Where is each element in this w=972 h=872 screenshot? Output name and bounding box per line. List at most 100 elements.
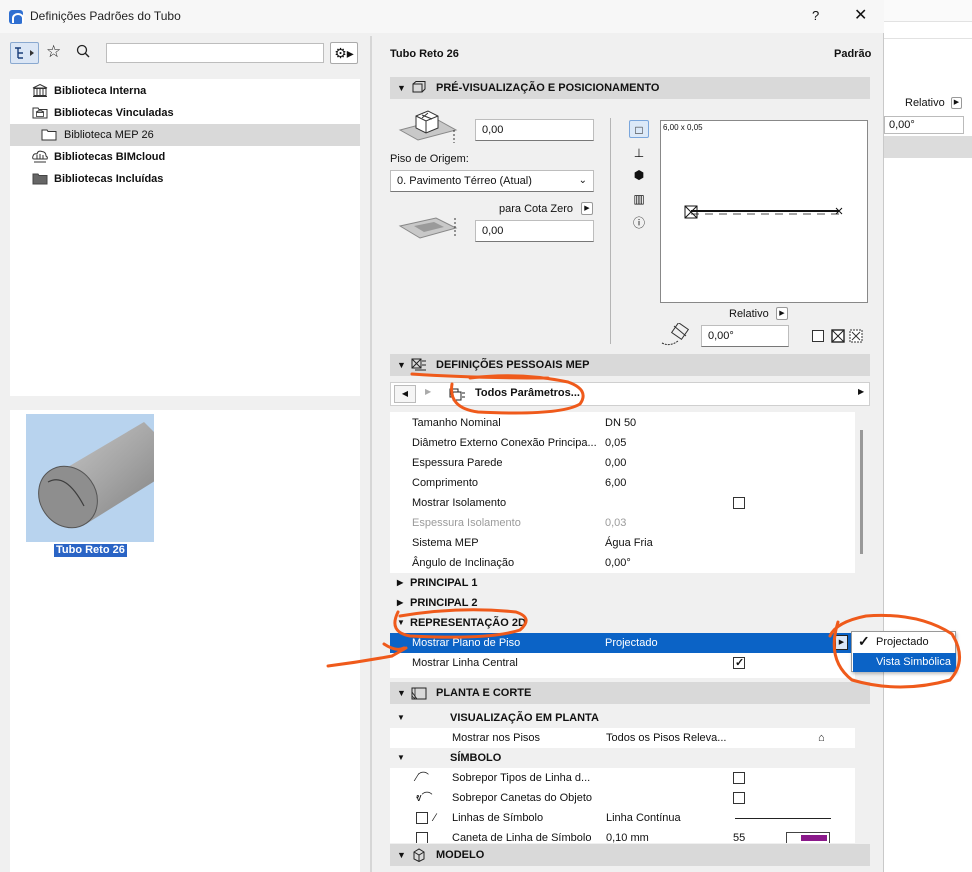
tree-item-bibliotecas-incluidas[interactable]: Bibliotecas Incluídas xyxy=(10,168,360,190)
library-view-button[interactable] xyxy=(10,42,39,64)
3d-view-icon[interactable]: ⬢ xyxy=(629,166,649,184)
group-title: REPRESENTAÇÃO 2D xyxy=(410,617,526,629)
floors-icon: ⌂ xyxy=(818,732,825,744)
param-value: Água Fria xyxy=(605,537,653,549)
zero-level-arrow-icon[interactable]: ▶ xyxy=(581,202,593,215)
collapse-triangle-icon: ▼ xyxy=(397,688,406,698)
floor-plan-view-icon[interactable]: □ xyxy=(629,120,649,138)
background-relativo-label: Relativo xyxy=(905,97,945,109)
default-status-label: Padrão xyxy=(834,48,872,60)
section-view-icon[interactable]: ⊥ xyxy=(629,144,649,162)
film-view-icon[interactable]: ▥ xyxy=(629,190,649,208)
param-row[interactable]: Sistema MEP Água Fria xyxy=(390,533,855,553)
group-title: PRINCIPAL 1 xyxy=(410,577,478,589)
show-center-line-checkbox[interactable] xyxy=(733,653,745,673)
param-name: Diâmetro Externo Conexão Principa... xyxy=(412,437,597,449)
tree-item-bibliotecas-bimcloud[interactable]: Bibliotecas BIMcloud xyxy=(10,146,360,168)
tree-item-biblioteca-interna[interactable]: Biblioteca Interna xyxy=(10,80,360,102)
parameter-page-title[interactable]: Todos Parâmetros... xyxy=(475,387,580,399)
param-row-override-line-types[interactable]: ∕⌒ Sobrepor Tipos de Linha d... xyxy=(390,768,855,788)
parameter-list-scrollbar[interactable] xyxy=(860,430,863,554)
collapse-triangle-icon: ▼ xyxy=(397,83,406,93)
param-row-show-on-floors[interactable]: Mostrar nos Pisos Todos os Pisos Releva.… xyxy=(390,728,855,748)
param-value: 0,00 xyxy=(605,457,627,469)
pen-color-fill xyxy=(801,835,827,841)
anchor-center-icon[interactable] xyxy=(831,329,845,343)
rotation-angle-field[interactable]: 0,00° xyxy=(701,325,789,347)
background-grey-bar xyxy=(884,136,972,158)
floor-plan-options-menu: ✓ Projectado Vista Simbólica xyxy=(851,631,956,672)
pen-color-swatch[interactable] xyxy=(786,832,830,843)
previous-page-button[interactable]: ◀ xyxy=(394,385,416,403)
next-page-arrow-icon[interactable]: ▶ xyxy=(425,387,431,396)
param-row-show-floor-plan[interactable]: Mostrar Plano de Piso Projectado xyxy=(390,633,855,653)
background-relativo-arrow-icon[interactable]: ▶ xyxy=(951,97,962,109)
expand-triangle-icon: ▶ xyxy=(397,598,404,607)
group-plan-view[interactable]: ▼ VISUALIZAÇÃO EM PLANTA xyxy=(390,708,855,728)
settings-gear-icon[interactable]: ⚙▸ xyxy=(330,42,358,64)
background-toolbar xyxy=(884,0,972,22)
elevation-offset-field[interactable]: 0,00 xyxy=(475,119,594,141)
show-insulation-checkbox[interactable] xyxy=(733,497,745,509)
tree-item-biblioteca-mep-26[interactable]: Biblioteca MEP 26 xyxy=(10,124,360,146)
close-button[interactable]: ✕ xyxy=(854,5,867,25)
option-projectado[interactable]: ✓ Projectado xyxy=(853,633,956,652)
override-line-types-checkbox[interactable] xyxy=(733,772,745,784)
param-row-symbol-pen[interactable]: Caneta de Linha de Símbolo 0,10 mm 55 xyxy=(390,828,855,843)
checkmark-icon: ✓ xyxy=(858,633,870,649)
param-name: Sobrepor Canetas do Objeto xyxy=(452,792,593,804)
section-plan-and-section[interactable]: ▼ PLANTA E CORTE xyxy=(390,682,870,704)
page-menu-arrow-icon[interactable]: ▶ xyxy=(858,387,864,396)
section-mep-settings[interactable]: ▼ DEFINIÇÕES PESSOAIS MEP xyxy=(390,354,870,376)
group-principal-1[interactable]: ▶ PRINCIPAL 1 xyxy=(390,573,855,593)
library-toolbar: ☆ ⚙▸ xyxy=(10,42,360,66)
param-name: Tamanho Nominal xyxy=(412,417,501,429)
group-representacao-2d[interactable]: ▼ REPRESENTAÇÃO 2D xyxy=(390,613,855,633)
group-symbol[interactable]: ▼ SÍMBOLO xyxy=(390,748,855,768)
preview-object-label[interactable]: Tubo Reto 26 xyxy=(54,544,127,557)
param-value: 0,00° xyxy=(605,557,631,569)
panel-splitter[interactable] xyxy=(370,36,372,872)
option-vista-simbolica[interactable]: Vista Simbólica xyxy=(853,653,956,672)
param-row-override-pens[interactable]: ⱴ⌒ Sobrepor Canetas do Objeto xyxy=(390,788,855,808)
param-row[interactable]: Diâmetro Externo Conexão Principa... 0,0… xyxy=(390,433,855,453)
search-icon[interactable] xyxy=(76,44,90,58)
collapse-triangle-icon: ▼ xyxy=(397,850,406,860)
symbol-pen-box-icon xyxy=(416,832,428,843)
param-row-show-center-line[interactable]: Mostrar Linha Central xyxy=(390,653,855,673)
origin-floor-select[interactable]: 0. Pavimento Térreo (Atual) ⌄ xyxy=(390,170,594,192)
library-search-input[interactable] xyxy=(106,43,324,63)
param-row[interactable]: Comprimento 6,00 xyxy=(390,473,855,493)
param-name: Espessura Parede xyxy=(412,457,503,469)
help-button[interactable]: ? xyxy=(812,8,819,23)
group-principal-2[interactable]: ▶ PRINCIPAL 2 xyxy=(390,593,855,613)
section-model[interactable]: ▼ MODELO xyxy=(390,844,870,866)
param-row[interactable]: Ângulo de Inclinação 0,00° xyxy=(390,553,855,573)
favorites-star-icon[interactable]: ☆ xyxy=(46,42,61,62)
floor-plan-dropdown-button[interactable]: ▶ xyxy=(835,635,848,650)
zero-level-field[interactable]: 0,00 xyxy=(475,220,594,242)
tube-thumbnail-image[interactable] xyxy=(26,414,154,542)
param-row[interactable]: Mostrar Isolamento xyxy=(390,493,855,513)
background-angle-field[interactable]: 0,00° xyxy=(884,116,964,134)
override-pens-checkbox[interactable] xyxy=(733,792,745,804)
line-type-icon: ∕⌒ xyxy=(416,772,429,784)
background-panel xyxy=(884,38,972,68)
tree-item-bibliotecas-vinculadas[interactable]: Bibliotecas Vinculadas xyxy=(10,102,360,124)
mirror-checkbox[interactable] xyxy=(812,330,824,342)
folder-dark-icon xyxy=(32,173,48,185)
param-row[interactable]: Espessura Parede 0,00 xyxy=(390,453,855,473)
param-row[interactable]: Tamanho Nominal DN 50 xyxy=(390,413,855,433)
tube-default-settings-dialog: Definições Padrões do Tubo ? ✕ ☆ ⚙▸ Bibl… xyxy=(0,0,884,872)
parameter-list-icon xyxy=(449,388,465,401)
param-row-symbol-lines[interactable]: ∕ Linhas de Símbolo Linha Contínua xyxy=(390,808,855,828)
folder-icon xyxy=(41,129,57,141)
info-icon[interactable]: ⓘ xyxy=(629,214,649,232)
section-preview-positioning[interactable]: ▼ PRÉ-VISUALIZAÇÃO E POSICIONAMENTO xyxy=(390,77,870,99)
model-cube-icon xyxy=(413,848,425,862)
plan-parameter-list: ▼ VISUALIZAÇÃO EM PLANTA Mostrar nos Pis… xyxy=(390,708,855,843)
anchor-corner-icon[interactable] xyxy=(849,329,863,343)
relativo-arrow-icon[interactable]: ▶ xyxy=(776,307,788,320)
pen-icon: ⱴ⌒ xyxy=(416,792,433,804)
tree-item-label: Bibliotecas BIMcloud xyxy=(54,151,166,163)
